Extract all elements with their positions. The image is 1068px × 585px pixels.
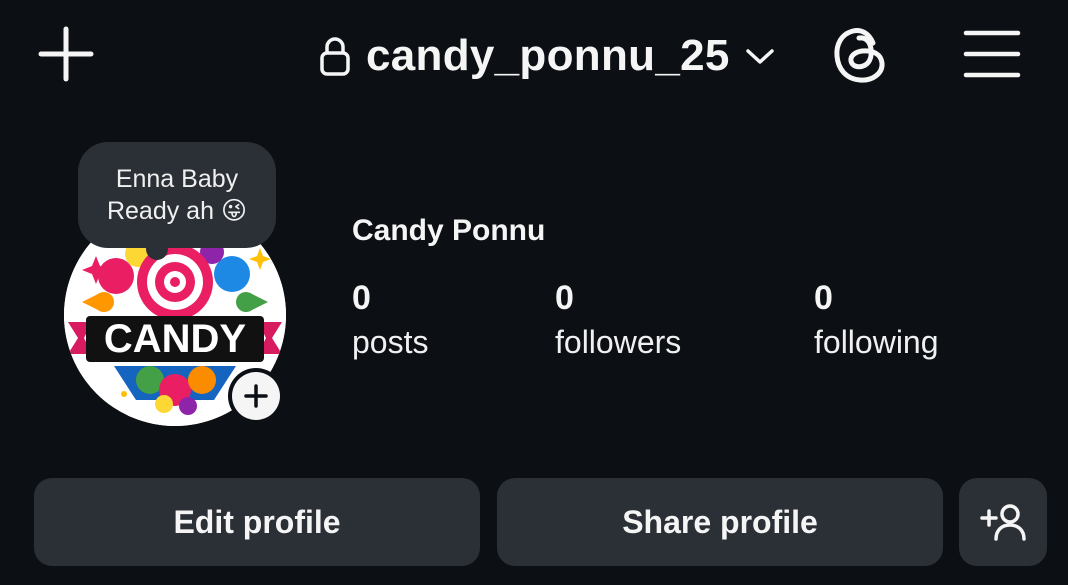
note-line-1: Enna Baby (115, 164, 239, 193)
followers-label: followers (555, 324, 682, 360)
posts-stat[interactable]: 0 posts (352, 278, 428, 364)
share-profile-button[interactable]: Share profile (497, 478, 943, 566)
display-name: Candy Ponnu (352, 214, 546, 247)
posts-count: 0 (352, 279, 371, 317)
note-line-2: Ready ah 😜 (107, 195, 247, 227)
threads-button[interactable] (828, 22, 892, 86)
add-person-icon (980, 504, 1026, 541)
menu-button[interactable] (960, 24, 1024, 84)
top-bar: candy_ponnu_25 (0, 0, 1068, 120)
following-count: 0 (814, 279, 833, 317)
add-story-button[interactable] (228, 368, 284, 424)
hamburger-menu-icon (963, 30, 1021, 78)
note-bubble-tail (146, 238, 168, 260)
note-bubble[interactable]: Enna Baby Ready ah 😜 (78, 142, 276, 248)
following-stat[interactable]: 0 following (814, 278, 939, 364)
account-switcher[interactable]: candy_ponnu_25 (318, 28, 776, 84)
followers-stat[interactable]: 0 followers (555, 278, 681, 364)
svg-text:CANDY: CANDY (104, 317, 247, 361)
username: candy_ponnu_25 (366, 31, 730, 80)
threads-icon (834, 28, 885, 83)
plus-icon (38, 26, 94, 82)
discover-people-button[interactable] (959, 478, 1047, 566)
winking-tongue-emoji: 😜 (220, 195, 248, 225)
new-post-button[interactable] (36, 24, 96, 84)
add-story-badge (232, 372, 280, 420)
plus-icon (244, 384, 268, 408)
followers-count: 0 (555, 279, 574, 317)
following-label: following (814, 324, 939, 360)
edit-profile-button[interactable]: Edit profile (34, 478, 480, 566)
lock-icon (320, 37, 350, 76)
chevron-down-icon (745, 49, 774, 64)
note-text: Ready ah (106, 196, 214, 225)
posts-label: posts (352, 324, 429, 360)
